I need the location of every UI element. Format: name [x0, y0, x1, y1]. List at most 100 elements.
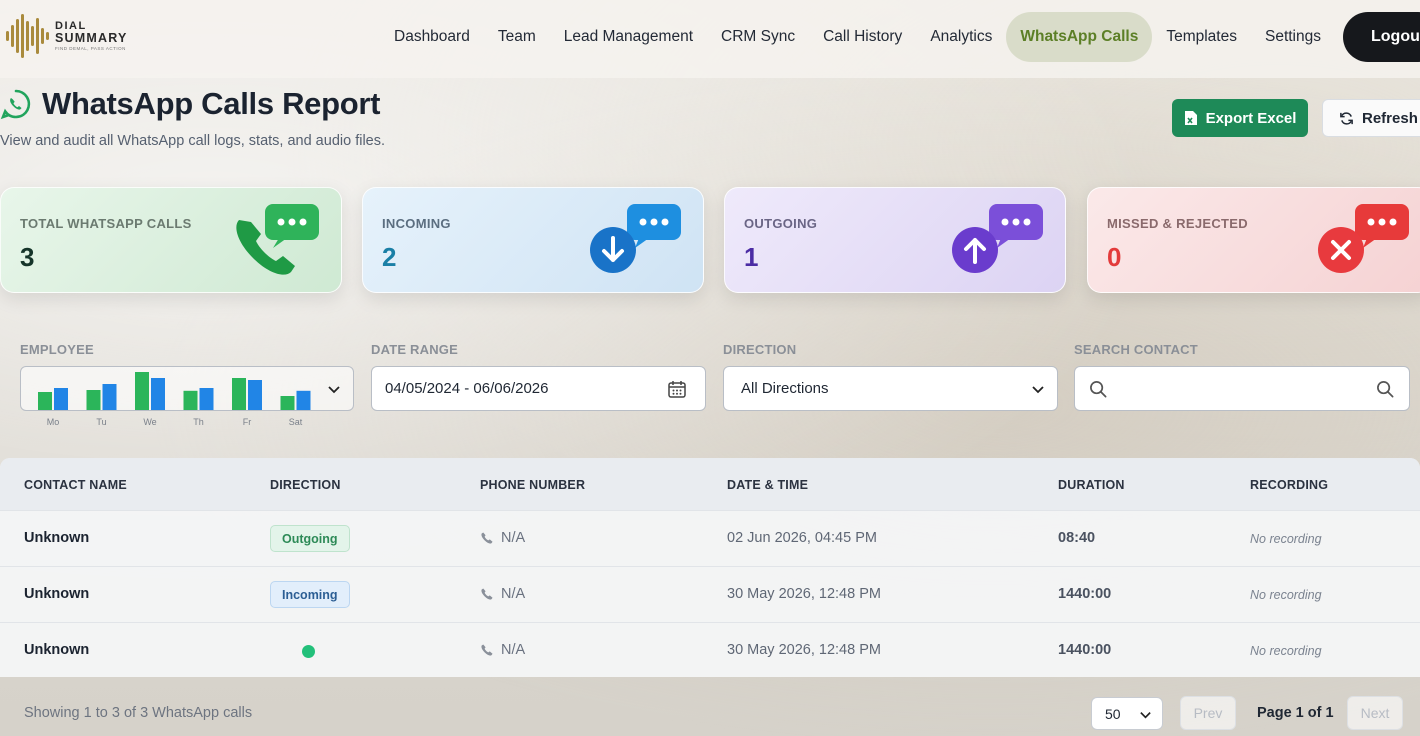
stat-card-total: TOTAL WHATSAPP CALLS 3 — [0, 187, 342, 293]
stat-label: INCOMING — [382, 216, 451, 231]
nav-analytics[interactable]: Analytics — [916, 12, 1006, 62]
chart-bar-green — [280, 396, 295, 410]
search-contact-input[interactable] — [1074, 366, 1410, 411]
phone-number: N/A — [501, 586, 526, 602]
column-header: DURATION — [1058, 478, 1125, 492]
whatsapp-calls-table: CONTACT NAME DIRECTION PHONE NUMBER DATE… — [0, 458, 1420, 677]
nav-settings[interactable]: Settings — [1251, 12, 1335, 62]
stat-label: MISSED & REJECTED — [1107, 216, 1248, 231]
phone-number: N/A — [501, 642, 526, 658]
chart-day-label: We — [143, 417, 156, 427]
chart-bar-blue — [296, 390, 311, 410]
missed-chat-icon — [1318, 204, 1409, 273]
stat-value: 3 — [20, 242, 35, 272]
nav-whatsapp-calls[interactable]: WhatsApp Calls — [1006, 12, 1153, 62]
chart-day-label: Mo — [47, 417, 60, 427]
chart-bar-green — [135, 372, 149, 410]
soundwave-icon — [6, 14, 49, 58]
stat-card-outgoing: OUTGOING 1 — [724, 187, 1066, 293]
logout-button[interactable]: Logout — [1343, 12, 1420, 62]
phone-icon — [481, 643, 493, 656]
stat-value: 1 — [744, 242, 759, 272]
stat-card-missed: MISSED & REJECTED 0 — [1087, 187, 1420, 293]
chart-bar-green — [232, 378, 246, 410]
direction-badge: Outgoing — [270, 525, 350, 552]
next-page-button[interactable]: Next — [1347, 696, 1403, 730]
recording-status: No recording — [1250, 588, 1322, 602]
call-datetime: 30 May 2026, 12:48 PM — [727, 642, 881, 658]
phone-icon — [481, 531, 493, 544]
direction-select[interactable]: All Directions — [723, 366, 1058, 411]
chart-bar-blue — [54, 388, 68, 410]
date-range-input[interactable]: 04/05/2024 - 06/06/2026 — [371, 366, 706, 411]
per-page-value: 50 — [1105, 705, 1121, 722]
search-icon[interactable] — [1376, 380, 1395, 399]
nav-call-history[interactable]: Call History — [809, 12, 916, 62]
chart-day-label: Tu — [96, 417, 106, 427]
contact-name: Unknown — [24, 530, 90, 546]
nav-templates[interactable]: Templates — [1152, 12, 1251, 62]
chart-bar-blue — [248, 380, 262, 410]
whatsapp-icon — [0, 89, 31, 120]
chevron-down-icon — [1032, 386, 1044, 394]
table-row[interactable]: Unknown Incoming N/A 30 May 2026, 12:48 … — [0, 566, 1420, 622]
chevron-down-icon — [328, 386, 340, 394]
nav-crm-sync[interactable]: CRM Sync — [707, 12, 809, 62]
direction-filter-label: DIRECTION — [723, 342, 797, 357]
chart-bar-blue — [102, 384, 117, 410]
chart-day-label: Fr — [243, 417, 252, 427]
brand-tagline: FIND DEMAL, PASS ACTION — [55, 45, 126, 51]
phone-cell: N/A — [480, 642, 525, 658]
phone-cell: N/A — [480, 530, 525, 546]
column-header: RECORDING — [1250, 478, 1329, 492]
refresh-label: Refresh — [1362, 109, 1418, 127]
phone-cell: N/A — [480, 586, 525, 602]
stat-card-incoming: INCOMING 2 — [362, 187, 704, 293]
table-header: CONTACT NAME DIRECTION PHONE NUMBER DATE… — [0, 458, 1420, 510]
chart-bar-blue — [151, 378, 165, 410]
stat-label: OUTGOING — [744, 216, 818, 231]
nav-lead-management[interactable]: Lead Management — [550, 12, 707, 62]
refresh-icon — [1340, 111, 1353, 125]
recording-status: No recording — [1250, 644, 1322, 658]
page-info: Page 1 of 1 — [1257, 705, 1334, 721]
column-header: DIRECTION — [270, 478, 341, 492]
call-datetime: 02 Jun 2026, 04:45 PM — [727, 530, 877, 546]
export-excel-button[interactable]: Export Excel — [1172, 99, 1308, 137]
brand-logo[interactable]: DIAL SUMMARY FIND DEMAL, PASS ACTION — [6, 14, 128, 58]
per-page-select[interactable]: 50 — [1091, 697, 1163, 730]
employee-filter-label: EMPLOYEE — [20, 342, 94, 357]
direction-value: All Directions — [741, 380, 829, 397]
incoming-chat-icon — [590, 204, 681, 273]
refresh-button[interactable]: Refresh — [1322, 99, 1420, 137]
call-duration: 1440:00 — [1058, 642, 1112, 658]
column-header: DATE & TIME — [727, 478, 809, 492]
chart-bar-green — [38, 392, 52, 410]
date-range-label: DATE RANGE — [371, 342, 458, 357]
contact-name: Unknown — [24, 586, 90, 602]
prev-page-button[interactable]: Prev — [1180, 696, 1236, 730]
direction-badge: Incoming — [270, 581, 350, 608]
recording-status: No recording — [1250, 532, 1322, 546]
column-header: CONTACT NAME — [24, 478, 127, 492]
phone-number: N/A — [501, 530, 526, 546]
chart-bar-green — [86, 390, 101, 410]
table-row[interactable]: Unknown Outgoing N/A 02 Jun 2026, 04:45 … — [0, 510, 1420, 566]
nav-team[interactable]: Team — [484, 12, 550, 62]
contact-name: Unknown — [24, 642, 90, 658]
calendar-icon — [668, 381, 686, 398]
stat-label: TOTAL WHATSAPP CALLS — [20, 216, 192, 231]
chart-bar-green — [183, 390, 198, 410]
phone-icon — [481, 587, 493, 600]
export-excel-label: Export Excel — [1205, 109, 1297, 127]
chart-bar-blue — [199, 388, 214, 410]
stat-value: 0 — [1107, 242, 1122, 272]
search-icon — [1090, 381, 1107, 398]
excel-file-icon — [1184, 111, 1197, 125]
call-duration: 08:40 — [1058, 530, 1096, 546]
page-header: WhatsApp Calls Report — [0, 86, 380, 122]
table-row[interactable]: Unknown N/A 30 May 2026, 12:48 PM 1440:0… — [0, 622, 1420, 678]
nav-dashboard[interactable]: Dashboard — [380, 12, 484, 62]
employee-activity-chart: Mo Tu We Th Fr Sat — [38, 372, 311, 427]
outgoing-chat-icon — [952, 204, 1043, 273]
